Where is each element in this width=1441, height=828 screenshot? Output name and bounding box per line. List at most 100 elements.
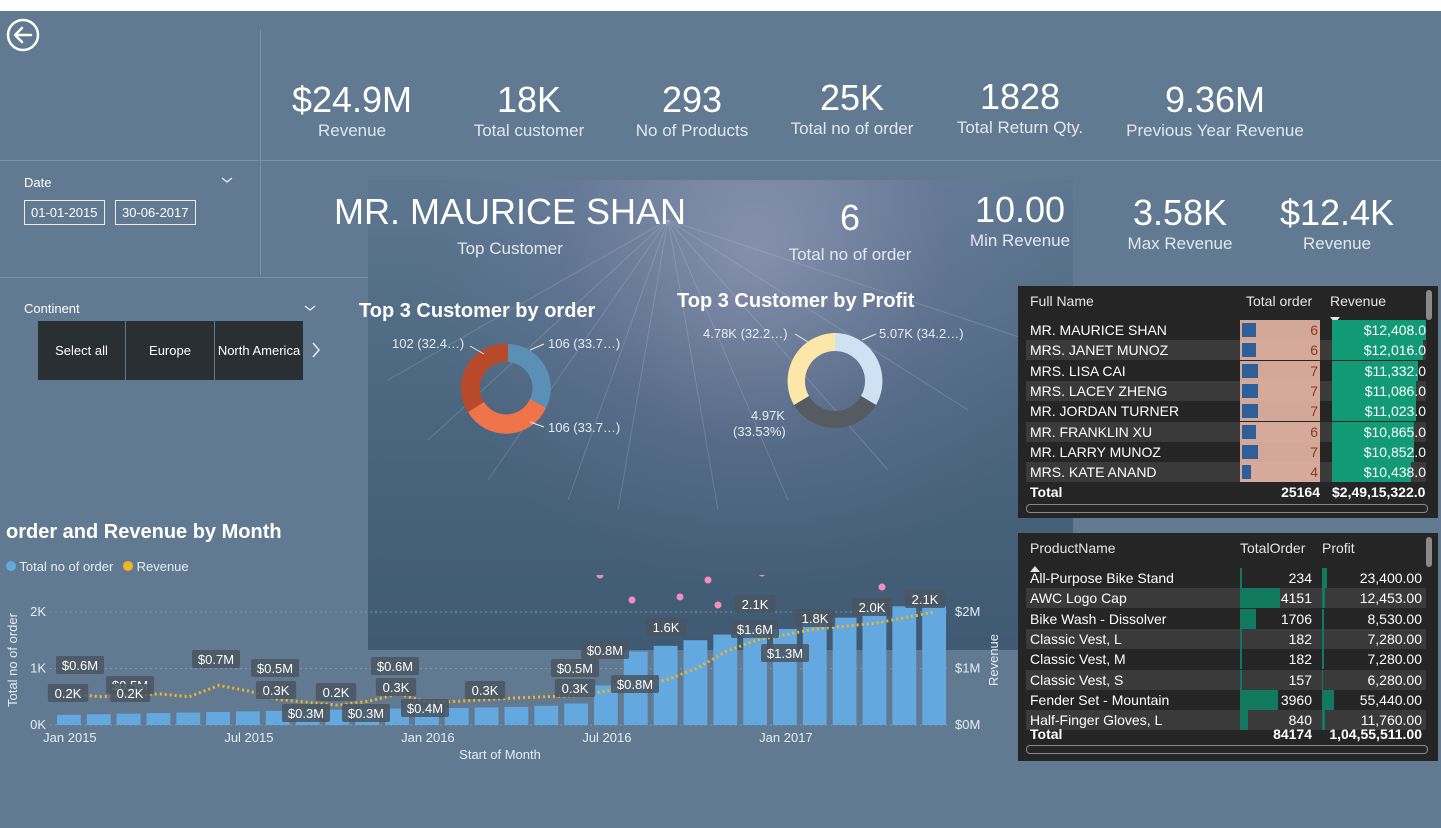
decorative-dot xyxy=(676,593,684,601)
kpi-revenue: $24.9M Revenue xyxy=(262,80,442,142)
chevron-down-icon[interactable] xyxy=(220,172,234,190)
x-tick: Jul 2015 xyxy=(224,730,273,745)
x-tick: Jul 2016 xyxy=(582,730,631,745)
table-row[interactable]: Classic Vest, S 157 6,280.00 xyxy=(1026,669,1426,690)
customer-table[interactable]: Full Name Total order Revenue MR. MAURIC… xyxy=(1018,286,1438,518)
combo-chart-title: order and Revenue by Month xyxy=(6,521,282,543)
combo-chart: 0K1K2K$0M$1M$2MJan 2015 Jul 2015 Jan 2016 J… xyxy=(5,575,1001,762)
table-row[interactable]: All-Purpose Bike Stand 234 23,400.00 xyxy=(1026,568,1426,588)
total-revenue: $2,49,15,322.0 xyxy=(1332,484,1426,500)
table-row[interactable]: MR. FRANKLIN XU 6 $10,865.0 xyxy=(1026,421,1426,442)
data-label: 0.3K xyxy=(472,683,499,698)
cell-product-name: Bike Wash - Dissolver xyxy=(1030,610,1167,627)
scrollbar-vertical[interactable] xyxy=(1426,537,1432,567)
column-header-total-order[interactable]: Total order xyxy=(1246,293,1312,309)
table-row[interactable]: Bike Wash - Dissolver 1706 8,530.00 xyxy=(1026,608,1426,629)
kpi-label: Top Customer xyxy=(457,239,563,258)
data-label: 0.3K xyxy=(263,683,290,698)
table-total-row: Total 84174 1,04,55,511.00 xyxy=(1026,726,1426,744)
cell-total-order: 182 xyxy=(1288,630,1312,647)
chevron-down-icon[interactable] xyxy=(303,300,317,318)
donut-orders-chart: 102 (32.4…) 106 (33.7…) 106 (33.7…) xyxy=(392,336,620,435)
table-row[interactable]: Classic Vest, L 182 7,280.00 xyxy=(1026,628,1426,649)
date-start-input[interactable]: 01-01-2015 xyxy=(24,200,105,225)
y-right-tick: $1M xyxy=(955,660,980,675)
table-row[interactable]: MR. JORDAN TURNER 7 $11,023.0 xyxy=(1026,401,1426,422)
table-total-row: Total 25164 $2,49,15,322.0 xyxy=(1026,484,1426,502)
kpi-value: 6 xyxy=(839,197,861,238)
continent-option-select-all[interactable]: Select all xyxy=(38,321,125,380)
kpi-value: 18K xyxy=(496,79,562,120)
kpi-label: Revenue xyxy=(317,121,387,140)
cell-product-name: All-Purpose Bike Stand xyxy=(1030,570,1174,586)
column-header-product-name[interactable]: ProductName xyxy=(1030,540,1116,556)
legend-dot-revenue xyxy=(122,561,133,571)
x-tick: Jan 2016 xyxy=(401,730,455,745)
continent-option-europe[interactable]: Europe xyxy=(126,321,214,380)
data-label: 1.6K xyxy=(653,620,680,635)
table-row[interactable]: Fender Set - Mountain 3960 55,440.00 xyxy=(1026,689,1426,710)
donut-orders-label: 102 (32.4…) xyxy=(392,336,464,351)
legend-item-orders: Total no of order xyxy=(19,559,114,574)
table-row[interactable]: MRS. LISA CAI 7 $11,332.0 xyxy=(1026,360,1426,381)
table-row[interactable]: MR. LARRY MUNOZ 7 $10,852.0 xyxy=(1026,441,1426,462)
leader-line xyxy=(794,333,809,343)
table-row[interactable]: AWC Logo Cap 4151 12,453.00 xyxy=(1026,588,1426,609)
continent-slicer-title: Continent xyxy=(24,301,80,316)
kpi-label: Min Revenue xyxy=(969,231,1071,250)
data-label: 2.1K xyxy=(912,592,939,607)
table-row[interactable]: MRS. KATE ANAND 4 $10,438.0 xyxy=(1026,462,1426,483)
column-header-total-order[interactable]: TotalOrder xyxy=(1240,540,1305,556)
scrollbar-horizontal[interactable] xyxy=(1026,504,1428,513)
product-table[interactable]: ProductName TotalOrder Profit All-Purpos… xyxy=(1018,533,1438,761)
kpi-value: 25K xyxy=(819,77,885,118)
kpi-value: 293 xyxy=(661,79,723,120)
cell-revenue: $12,408.0 xyxy=(1363,322,1426,338)
donut-profit-label: (33.53%) xyxy=(733,424,786,439)
x-tick: Jan 2015 xyxy=(43,730,97,745)
data-label: $1.6M xyxy=(737,622,773,637)
donut-orders-slice-3 xyxy=(460,343,508,412)
column-header-full-name[interactable]: Full Name xyxy=(1030,293,1094,309)
cell-total-order: 4 xyxy=(1310,464,1318,481)
data-label: 1.8K xyxy=(802,611,829,626)
scrollbar-horizontal[interactable] xyxy=(1026,745,1428,754)
column-header-revenue[interactable]: Revenue xyxy=(1330,293,1386,309)
leader-line xyxy=(861,333,877,341)
chevron-right-icon[interactable] xyxy=(310,340,322,365)
bar-total-orders xyxy=(474,707,499,725)
table-row[interactable]: MR. MAURICE SHAN 6 $12,408.0 xyxy=(1026,320,1426,340)
back-button[interactable] xyxy=(6,18,40,52)
cell-total-order: 4151 xyxy=(1280,590,1312,607)
table-row[interactable]: MRS. JANET MUNOZ 6 $12,016.0 xyxy=(1026,340,1426,361)
y-left-axis-title: Total no of order xyxy=(5,612,20,707)
bar-total-orders xyxy=(564,703,588,725)
x-tick: Jan 2017 xyxy=(759,730,813,745)
bar-total-orders xyxy=(534,705,559,725)
bar-total-orders xyxy=(683,640,708,725)
cell-product-name: Classic Vest, S xyxy=(1030,671,1124,688)
kpi-value: 3.58K xyxy=(1132,192,1228,233)
y-left-tick: 1K xyxy=(30,660,46,675)
cell-full-name: MR. MAURICE SHAN xyxy=(1030,322,1167,338)
continent-option-north-america[interactable]: North America xyxy=(215,321,303,380)
legend-dot-orders xyxy=(6,561,16,571)
kpi-value: 10.00 xyxy=(974,189,1066,230)
column-header-profit[interactable]: Profit xyxy=(1322,540,1355,556)
bar-total-orders xyxy=(892,606,917,725)
scrollbar-vertical[interactable] xyxy=(1426,290,1432,320)
date-end-input[interactable]: 30-06-2017 xyxy=(115,200,196,225)
table-row[interactable]: Classic Vest, M 182 7,280.00 xyxy=(1026,649,1426,670)
data-label: $0.8M xyxy=(617,677,653,692)
total-profit: 1,04,55,511.00 xyxy=(1329,726,1422,742)
total-orders: 25164 xyxy=(1281,484,1320,500)
donut-profit-slice-3 xyxy=(787,333,835,405)
kpi-value: $12.4K xyxy=(1279,192,1395,233)
date-slicer[interactable]: Date 01-01-2015 30-06-2017 xyxy=(10,168,250,268)
kpi-products: 293 No of Products xyxy=(617,80,767,142)
kpi-total-customer: 18K Total customer xyxy=(449,80,609,142)
decorative-dot xyxy=(759,575,765,577)
donut-profit-label: 5.07K (34.2…) xyxy=(879,326,964,341)
continent-slicer[interactable]: Continent Select all Europe North Americ… xyxy=(10,292,340,392)
table-row[interactable]: MRS. LACEY ZHENG 7 $11,086.0 xyxy=(1026,380,1426,401)
